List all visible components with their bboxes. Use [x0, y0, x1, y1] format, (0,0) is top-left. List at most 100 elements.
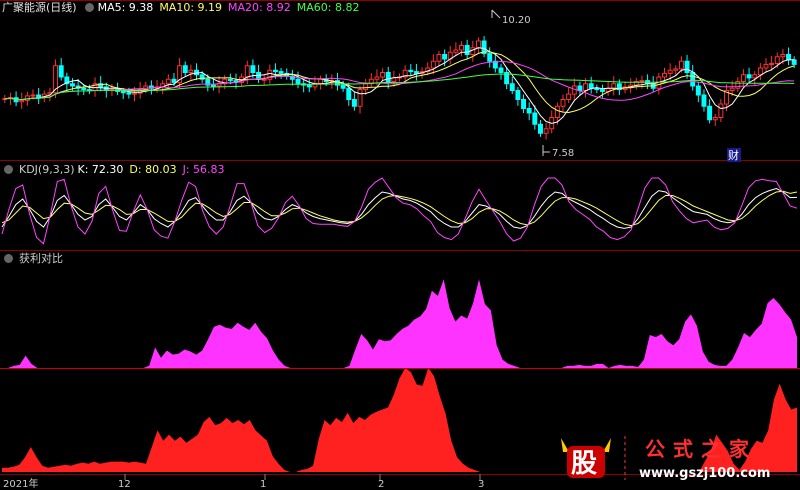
candle-body [470, 47, 476, 55]
candle-body [509, 83, 515, 91]
finance-tag[interactable]: 财 [728, 148, 739, 162]
candle-body [278, 71, 284, 74]
candle-body [639, 80, 645, 83]
candle-body [380, 72, 386, 78]
candle-body [678, 60, 684, 70]
high-marker-arrow [491, 9, 501, 19]
candle-body [786, 54, 792, 61]
candle-body [132, 92, 137, 95]
candle-body [560, 99, 566, 107]
candle-body [171, 78, 177, 83]
candle-body [30, 94, 36, 97]
candle-body [588, 83, 594, 89]
candle-body [712, 117, 718, 121]
candle-body [24, 95, 30, 101]
candle-body [566, 93, 572, 100]
candle-body [718, 103, 724, 118]
candle-body [295, 78, 301, 85]
candle-body [413, 71, 419, 74]
candle-body [543, 128, 549, 134]
candle-body [272, 69, 278, 73]
candle-body [357, 89, 363, 107]
candle-body [583, 83, 589, 91]
x-tick-2: 2 [378, 479, 384, 490]
candle-body [594, 87, 600, 91]
candle-body [521, 99, 527, 109]
ma-line-ma5 [4, 47, 795, 124]
candle-body [695, 85, 701, 96]
candle-body [126, 92, 132, 95]
candle-body [459, 45, 464, 51]
site-url: www.gszj100.com [639, 466, 770, 481]
candle-body [120, 90, 126, 94]
candle-body [182, 65, 188, 73]
candle-body [453, 49, 459, 53]
candle-body [436, 54, 442, 62]
candle-body [81, 87, 87, 91]
candle-body [780, 54, 786, 58]
candle-body [746, 74, 752, 79]
candle-body [487, 53, 493, 62]
logo-text: 股 [571, 449, 597, 479]
candle-body [735, 81, 741, 89]
candle-body [210, 84, 216, 87]
x-tick-3: 3 [478, 479, 484, 490]
x-tick-year: 2021年 [3, 477, 38, 490]
low-label: 7.58 [552, 148, 574, 159]
candle-body [752, 74, 758, 79]
candle-body [662, 72, 667, 78]
candle-body [611, 83, 617, 89]
site-name: 公式之家 [645, 437, 757, 461]
candle-body [306, 84, 312, 88]
candle-body [442, 54, 448, 60]
candle-body [498, 67, 504, 73]
candle-body [690, 72, 696, 87]
candle-body [701, 94, 707, 107]
profit-area-upper [2, 279, 797, 368]
candle-body [385, 72, 391, 82]
candle-body [740, 74, 746, 82]
candle-body [791, 59, 797, 65]
candle-body [261, 78, 267, 81]
candle-body [408, 69, 414, 73]
candle-body [729, 87, 735, 91]
candle-body [769, 63, 775, 65]
candle-body [577, 85, 583, 91]
candle-body [774, 56, 780, 64]
candle-body [475, 40, 481, 49]
candle-body [667, 69, 673, 74]
candle-body [526, 108, 532, 114]
candle-body [464, 45, 470, 55]
x-tick-12: 12 [118, 479, 131, 490]
candle-body [346, 87, 352, 100]
candle-body [532, 112, 538, 125]
high-label: 10.20 [502, 15, 531, 26]
candle-body [707, 105, 713, 121]
candle-body [763, 63, 769, 69]
candle-body [391, 77, 397, 83]
candle-body [244, 65, 250, 78]
candle-body [165, 78, 171, 85]
candle-body [340, 84, 346, 89]
candle-body [250, 65, 256, 73]
candle-body [374, 76, 380, 80]
candle-body [673, 68, 679, 71]
candle-body [188, 69, 194, 73]
x-tick-1: 1 [260, 479, 266, 490]
candle-body [430, 60, 436, 69]
candle-body [19, 99, 25, 103]
candle-body [515, 90, 521, 100]
candle-body [684, 60, 690, 73]
candle-body [318, 78, 324, 84]
candle-body [600, 89, 605, 92]
candle-body [227, 78, 233, 82]
candle-body [363, 83, 369, 91]
site-watermark: 股 公式之家 www.gszj100.com [561, 436, 770, 481]
candle-body [58, 65, 64, 78]
candle-body [537, 123, 543, 134]
candle-body [757, 67, 763, 76]
candle-body [70, 83, 75, 87]
stock-chart[interactable]: 10.20 7.58 财 2021年 12 1 2 3 [0, 0, 800, 490]
candle-body [351, 99, 357, 107]
candle-body [554, 105, 560, 118]
